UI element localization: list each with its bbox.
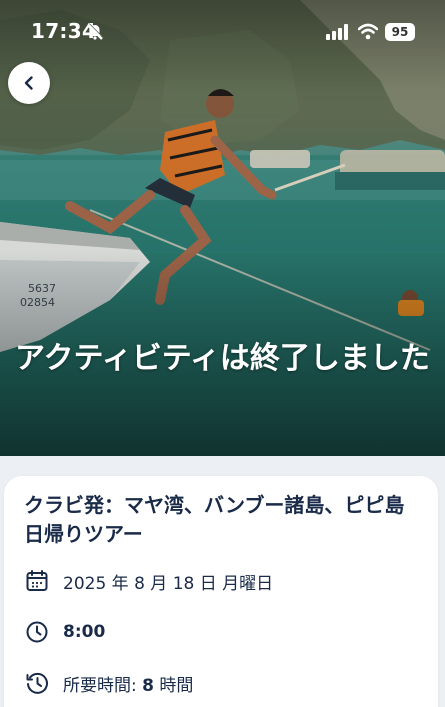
hero-overlay	[0, 0, 445, 456]
duration-value: 8	[142, 675, 154, 696]
activity-ended-message: アクティビティは終了しました	[15, 341, 430, 376]
activity-time: 8:00	[63, 622, 106, 642]
duration-unit: 時間	[159, 675, 194, 696]
duration-clock-icon	[23, 669, 51, 697]
battery-icon: 95	[385, 23, 415, 41]
hero-photo: 5637 02854	[0, 0, 445, 456]
activity-duration: 所要時間: 8 時間	[63, 671, 193, 696]
bell-off-icon	[87, 23, 104, 40]
wifi-icon	[358, 23, 378, 40]
calendar-icon	[23, 567, 51, 595]
signal-icon	[326, 24, 348, 40]
status-bar: 17:34 95	[0, 0, 445, 62]
screen: 5637 02854 17:34	[0, 0, 445, 707]
activity-title[interactable]: クラビ発：マヤ湾、バンブー諸島、ピピ島日帰りツアー	[24, 491, 424, 549]
chevron-left-icon	[24, 76, 33, 90]
activity-details-card: クラビ発：マヤ湾、バンブー諸島、ピピ島日帰りツアー 2025 年 8 月 18 …	[4, 476, 438, 707]
back-button[interactable]	[8, 62, 50, 104]
clock-icon	[23, 618, 51, 646]
date-row: 2025 年 8 月 18 日 月曜日	[23, 567, 273, 595]
time-row: 8:00	[23, 618, 105, 646]
duration-label: 所要時間:	[63, 675, 137, 696]
activity-date: 2025 年 8 月 18 日 月曜日	[63, 573, 274, 594]
duration-row: 所要時間: 8 時間	[23, 669, 193, 697]
